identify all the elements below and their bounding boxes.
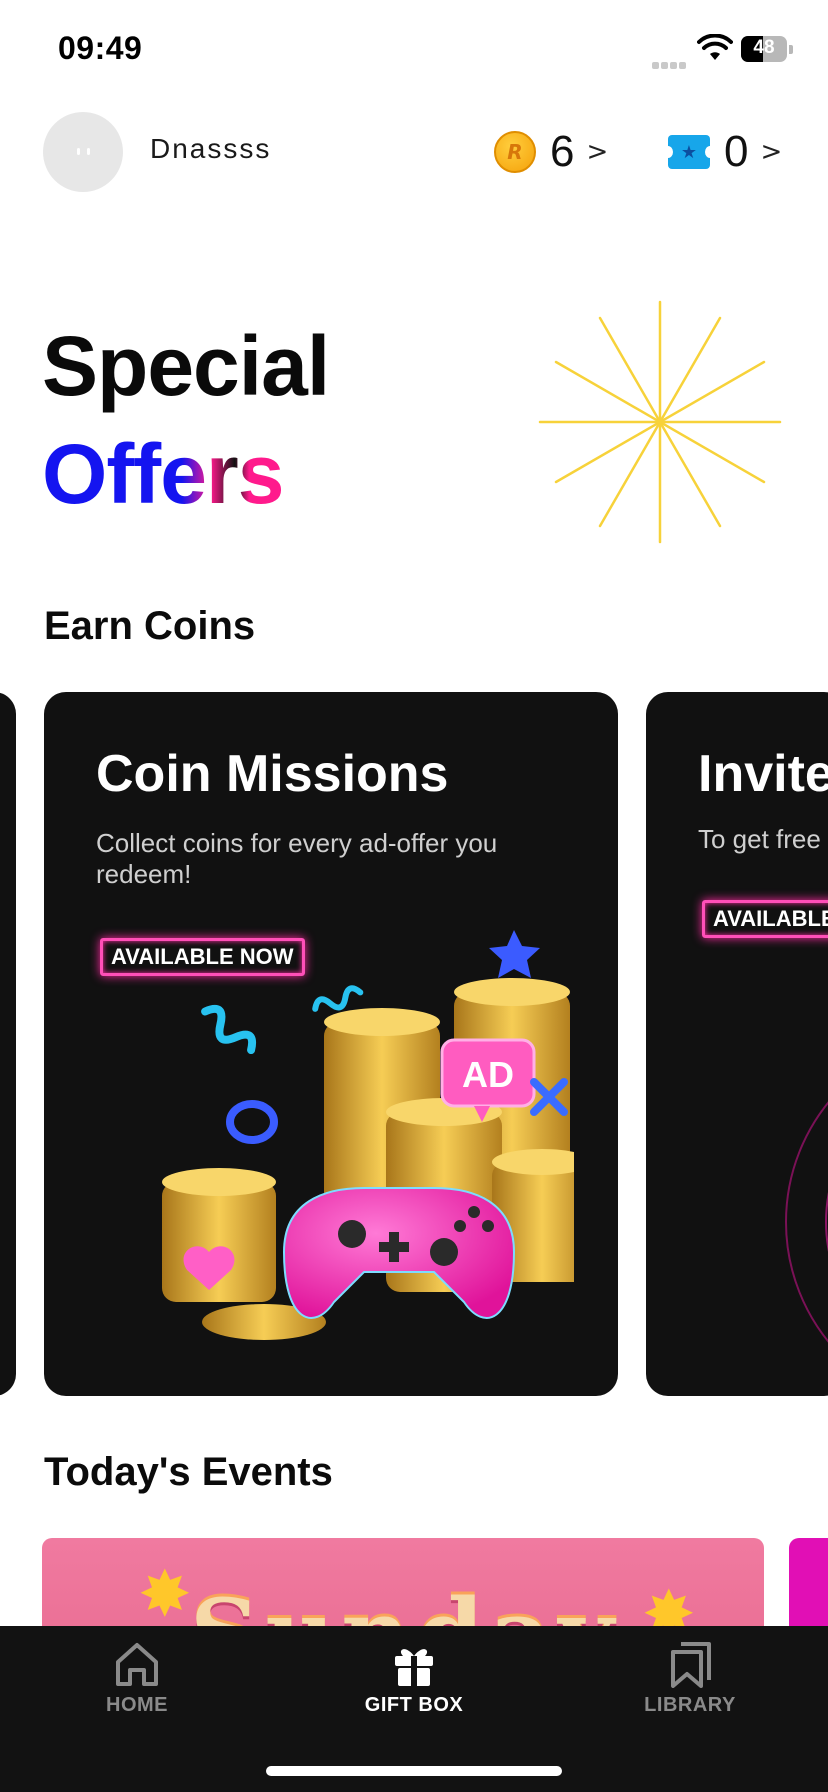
- nav-item-home[interactable]: HOME: [37, 1640, 237, 1717]
- sparkle-burst-icon: [538, 300, 782, 544]
- bookmark-icon: [671, 1642, 711, 1688]
- hero-title-offers: Offers: [42, 427, 284, 521]
- card-description: Collect coins for every ad-offer you red…: [96, 828, 498, 890]
- offer-card-coin-missions[interactable]: Coin Missions Collect coins for every ad…: [44, 692, 618, 1396]
- cellular-signal-icon: [652, 54, 690, 69]
- offer-card-previous[interactable]: [0, 692, 16, 1396]
- nav-label-library: LIBRARY: [644, 1694, 736, 1716]
- nav-item-library[interactable]: LIBRARY: [590, 1640, 790, 1717]
- coin-icon: R: [494, 131, 536, 173]
- status-time: 09:49: [58, 30, 143, 66]
- home-indicator[interactable]: [266, 1766, 562, 1776]
- offer-card-invite[interactable]: Invite To get free AVAILABLE: [646, 692, 828, 1396]
- home-icon: [116, 1643, 158, 1686]
- hero-title-special: Special: [42, 319, 330, 413]
- card-description: To get free: [698, 824, 821, 854]
- ticket-count: 0: [724, 127, 749, 176]
- ticket-balance-button[interactable]: ★ 0 >: [663, 126, 783, 178]
- ticket-icon: ★: [663, 135, 715, 169]
- battery-level: 48: [753, 37, 775, 58]
- section-title-todays-events: Today's Events: [44, 1450, 333, 1494]
- chevron-right-icon: >: [760, 137, 783, 167]
- coins-gamepad-illustration: AD: [162, 930, 574, 1340]
- star-icon: ✸: [138, 1558, 192, 1632]
- nav-label-gift-box: GIFT BOX: [364, 1694, 464, 1716]
- avatar[interactable]: [43, 112, 123, 192]
- card-title: Coin Missions: [96, 745, 449, 803]
- nav-label-home: HOME: [106, 1694, 168, 1716]
- coin-count: 6: [550, 127, 575, 176]
- status-badge: AVAILABLE: [702, 900, 828, 938]
- username[interactable]: Dnassss: [150, 133, 271, 165]
- section-title-earn-coins: Earn Coins: [44, 604, 256, 648]
- coin-balance-button[interactable]: R 6 >: [494, 126, 608, 178]
- card-title: Invite: [698, 745, 828, 803]
- battery-icon: 48: [741, 36, 787, 62]
- wifi-icon: [697, 34, 733, 60]
- ad-bubble-label: AD: [462, 1054, 514, 1095]
- status-bar: 09:49 48: [0, 0, 828, 100]
- gift-icon: [395, 1649, 433, 1686]
- battery-tip: [789, 45, 793, 54]
- chevron-right-icon: >: [586, 137, 609, 167]
- neon-rings-illustration: [785, 1101, 828, 1343]
- nav-item-gift-box[interactable]: GIFT BOX: [314, 1640, 514, 1717]
